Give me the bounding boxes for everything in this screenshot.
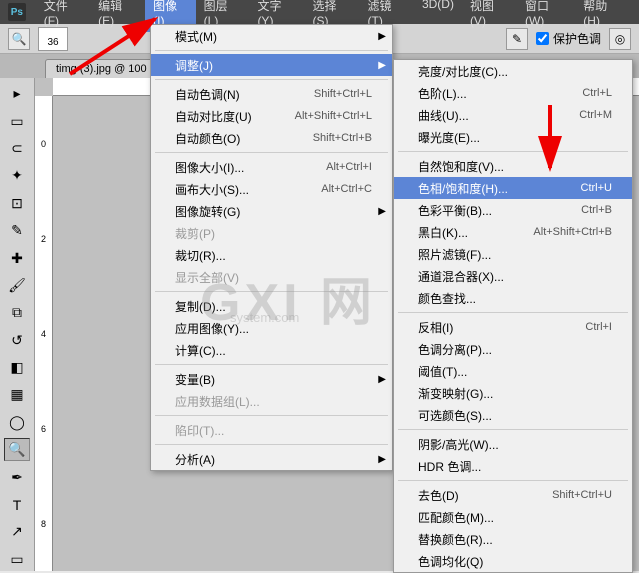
menu-row: 裁剪(P) [151,222,392,244]
menu-row[interactable]: 分析(A)▶ [151,448,392,470]
menu-row[interactable]: 画布大小(S)...Alt+Ctrl+C [151,178,392,200]
brush-tool[interactable]: 🖌 [4,274,30,297]
move-tool[interactable]: ▸ [4,82,30,105]
lasso-tool[interactable]: ⊂ [4,137,30,160]
path-tool[interactable]: ↗ [4,520,30,543]
menu-row[interactable]: 替换颜色(R)... [394,528,632,550]
menu-row: 显示全部(V) [151,266,392,288]
crop-tool[interactable]: ⊡ [4,192,30,215]
menu-row[interactable]: 照片滤镜(F)... [394,243,632,265]
menu-row[interactable]: 黑白(K)...Alt+Shift+Ctrl+B [394,221,632,243]
menu-row[interactable]: 匹配颜色(M)... [394,506,632,528]
menu-row: 陷印(T)... [151,419,392,441]
menu-row[interactable]: 应用图像(Y)... [151,317,392,339]
heal-tool[interactable]: ✚ [4,246,30,269]
menu-row[interactable]: HDR 色调... [394,455,632,477]
menu-row[interactable]: 色相/饱和度(H)...Ctrl+U [394,177,632,199]
history-brush-tool[interactable]: ↺ [4,329,30,352]
opt-icon-2[interactable]: ◎ [609,28,631,50]
menu-row[interactable]: 阈值(T)... [394,360,632,382]
pen-tool[interactable]: ✒ [4,465,30,488]
dodge-tool[interactable]: 🔍 [4,438,30,461]
shape-tool[interactable]: ▭ [4,548,30,571]
ps-logo: Ps [8,3,26,21]
protect-tone-checkbox[interactable]: 保护色调 [536,30,601,47]
menu-row[interactable]: 自然饱和度(V)... [394,155,632,177]
menu-row[interactable]: 调整(J)▶ [151,54,392,76]
menu-row: 应用数据组(L)... [151,390,392,412]
menu-row[interactable]: 曝光度(E)... [394,126,632,148]
gradient-tool[interactable]: ▦ [4,383,30,406]
adjustments-submenu: 亮度/对比度(C)...色阶(L)...Ctrl+L曲线(U)...Ctrl+M… [393,59,633,573]
menu-row[interactable]: 通道混合器(X)... [394,265,632,287]
menu-row[interactable]: 反相(I)Ctrl+I [394,316,632,338]
image-menu-dropdown: 模式(M)▶ 调整(J)▶ 自动色调(N)Shift+Ctrl+L自动对比度(U)A… [150,24,393,471]
ruler-vertical: 02468 [35,96,53,571]
marquee-tool[interactable]: ▭ [4,109,30,132]
menu-row[interactable]: 阴影/高光(W)... [394,433,632,455]
document-tab[interactable]: timg (3).jpg @ 100 [45,59,158,78]
eyedropper-tool[interactable]: ✎ [4,219,30,242]
protect-tone-check[interactable] [536,32,549,45]
menu-row[interactable]: 变量(B)▶ [151,368,392,390]
menu-row[interactable]: 裁切(R)... [151,244,392,266]
wand-tool[interactable]: ✦ [4,164,30,187]
menu-item-7[interactable]: 3D(D) [414,0,462,32]
menu-row[interactable]: 自动颜色(O)Shift+Ctrl+B [151,127,392,149]
menu-row[interactable]: 可选颜色(S)... [394,404,632,426]
blur-tool[interactable]: ◯ [4,411,30,434]
menu-row[interactable]: 色彩平衡(B)...Ctrl+B [394,199,632,221]
menu-row[interactable]: 自动色调(N)Shift+Ctrl+L [151,83,392,105]
menu-row[interactable]: 图像旋转(G)▶ [151,200,392,222]
tool-preset-icon[interactable]: 🔍 [8,28,30,50]
menu-row[interactable]: 复制(D)... [151,295,392,317]
brush-size-box[interactable]: 36 [38,27,68,51]
menu-row[interactable]: 渐变映射(G)... [394,382,632,404]
type-tool[interactable]: T [4,493,30,516]
toolbox: ▸ ▭ ⊂ ✦ ⊡ ✎ ✚ 🖌 ⧉ ↺ ◧ ▦ ◯ 🔍 ✒ T ↗ ▭ [0,78,35,571]
menu-row[interactable]: 色调均化(Q) [394,550,632,572]
menu-row[interactable]: 计算(C)... [151,339,392,361]
opt-icon-1[interactable]: ✎ [506,28,528,50]
eraser-tool[interactable]: ◧ [4,356,30,379]
menu-row[interactable]: 图像大小(I)...Alt+Ctrl+I [151,156,392,178]
menu-row[interactable]: 模式(M)▶ [151,25,392,47]
menu-item-1[interactable]: 编辑(E) [90,0,145,32]
menu-row[interactable]: 自动对比度(U)Alt+Shift+Ctrl+L [151,105,392,127]
menubar: Ps 文件(F)编辑(E)图像(I)图层(L)文字(Y)选择(S)滤镜(T)3D… [0,0,639,24]
stamp-tool[interactable]: ⧉ [4,301,30,324]
menu-row[interactable]: 色阶(L)...Ctrl+L [394,82,632,104]
menu-row[interactable]: 颜色查找... [394,287,632,309]
menu-row[interactable]: 去色(D)Shift+Ctrl+U [394,484,632,506]
menu-row[interactable]: 曲线(U)...Ctrl+M [394,104,632,126]
menu-row[interactable]: 亮度/对比度(C)... [394,60,632,82]
menu-row[interactable]: 色调分离(P)... [394,338,632,360]
